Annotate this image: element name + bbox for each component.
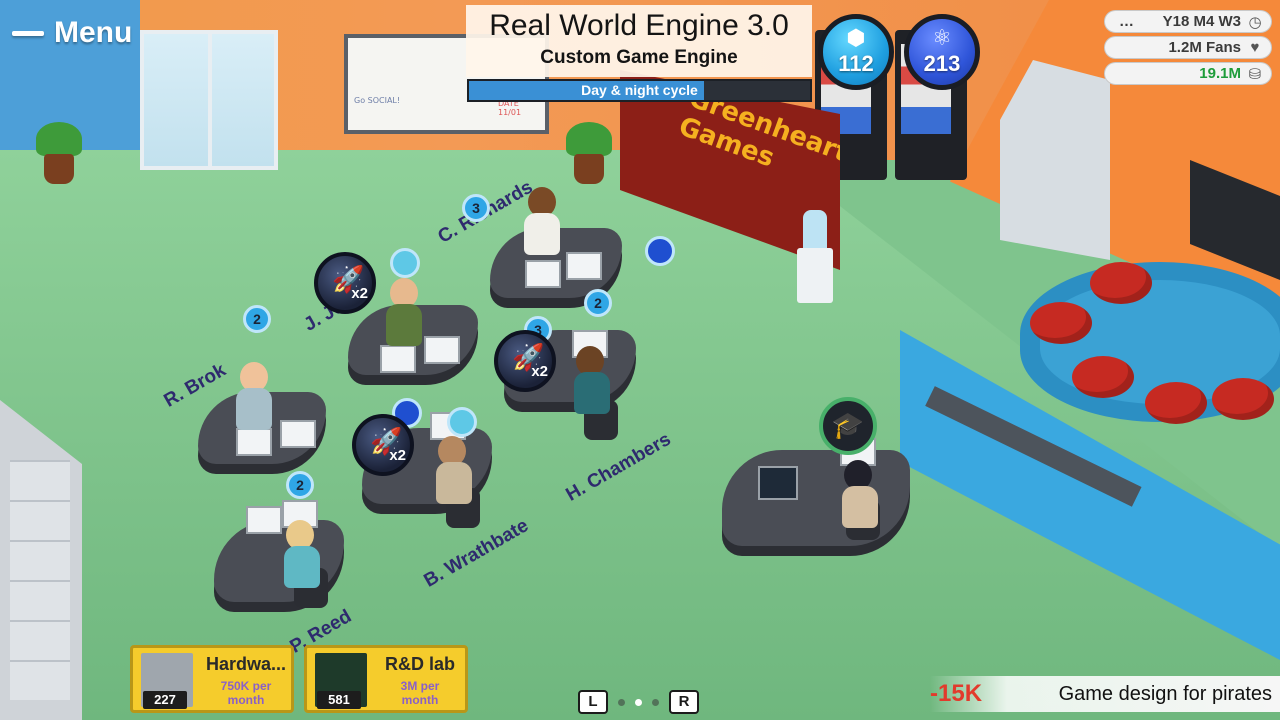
rnd-title: R&D lab <box>384 654 455 674</box>
hardware-count: 227 <box>143 691 187 709</box>
date-value: Y18 M4 W3 <box>1162 13 1241 30</box>
beanbag <box>1090 262 1152 304</box>
computer-monitor <box>566 252 602 280</box>
water-cooler <box>795 210 835 305</box>
potted-plant <box>562 122 616 186</box>
computer-monitor <box>380 345 416 373</box>
computer-monitor <box>758 466 798 500</box>
boost-multiplier: x2 <box>351 285 368 302</box>
boost-button[interactable]: 🚀 x2 <box>494 330 556 392</box>
tech-point-bubble[interactable] <box>645 236 675 266</box>
design-point-bubble[interactable] <box>447 407 477 437</box>
project-panel[interactable]: Real World Engine 3.0 Custom Game Engine <box>466 5 812 77</box>
hamburger-icon <box>12 30 44 36</box>
research-point-bubble[interactable]: 2 <box>243 305 271 333</box>
glass-door <box>140 30 278 170</box>
next-floor-button[interactable]: R <box>669 690 699 714</box>
date-display[interactable]: … Y18 M4 W3 ◷ <box>1104 10 1272 33</box>
computer-monitor <box>246 506 282 534</box>
beanbag <box>1212 378 1274 420</box>
potted-plant <box>32 122 86 186</box>
rnd-lab-card[interactable]: 581 R&D lab 3M per month <box>304 645 468 713</box>
heart-icon: ♥ <box>1250 39 1260 56</box>
page-dot[interactable] <box>652 698 659 706</box>
beanbag <box>1145 382 1207 424</box>
page-dot-active[interactable] <box>635 698 642 706</box>
rnd-cost: 3M per month <box>400 679 440 707</box>
cube-icon: ⬢ <box>846 25 866 50</box>
project-progress-bar: Day & night cycle <box>467 79 812 102</box>
floor-pager: L R <box>578 690 699 714</box>
company-stats: … Y18 M4 W3 ◷ 1.2M Fans ♥ 19.1M ⛁ <box>1104 10 1272 88</box>
computer-monitor <box>525 260 561 288</box>
more-icon: … <box>1119 13 1134 30</box>
kitchen-counter <box>1000 60 1110 260</box>
boost-multiplier: x2 <box>389 447 406 464</box>
fans-value: 1.2M Fans <box>1168 39 1241 56</box>
whiteboard-note: Go SOCIAL! <box>354 96 401 105</box>
clock-icon: ◷ <box>1248 13 1262 31</box>
cash-change: -15K <box>930 680 983 707</box>
hardware-title: Hardwa... <box>205 654 287 674</box>
cash-value: 19.1M <box>1199 65 1241 82</box>
hardware-cost: 750K per month <box>220 679 272 707</box>
design-points-value: 112 <box>838 51 874 76</box>
computer-monitor <box>424 336 460 364</box>
research-point-bubble[interactable]: 2 <box>584 289 612 317</box>
fans-display: 1.2M Fans ♥ <box>1104 36 1272 59</box>
progress-label: Day & night cycle <box>581 82 698 98</box>
hardware-lab-card[interactable]: 227 Hardwa... 750K per month <box>130 645 294 713</box>
tech-points-value: 213 <box>923 51 961 76</box>
project-title: Real World Engine 3.0 <box>489 9 789 42</box>
page-dot[interactable] <box>618 698 625 706</box>
beanbag <box>1072 356 1134 398</box>
menu-button[interactable]: Menu <box>12 16 132 50</box>
tech-points-orb[interactable]: ⚛ 213 <box>904 14 980 90</box>
computer-monitor <box>236 428 272 456</box>
atom-icon: ⚛ <box>932 25 952 50</box>
boost-multiplier: x2 <box>531 363 548 380</box>
graduation-cap-icon[interactable]: 🎓 <box>819 397 877 455</box>
cash-display: 19.1M ⛁ <box>1104 62 1272 85</box>
computer-monitor <box>280 420 316 448</box>
beanbag <box>1030 302 1092 344</box>
design-point-bubble[interactable] <box>390 248 420 278</box>
design-points-orb[interactable]: ⬢ 112 <box>818 14 894 90</box>
project-subtitle: Custom Game Engine <box>540 47 738 68</box>
boost-button[interactable]: 🚀 x2 <box>314 252 376 314</box>
research-point-bubble[interactable]: 3 <box>462 194 490 222</box>
boost-button[interactable]: 🚀 x2 <box>352 414 414 476</box>
rnd-count: 581 <box>317 691 361 709</box>
workstation-desk[interactable] <box>722 450 910 546</box>
menu-label: Menu <box>54 16 133 49</box>
coins-icon: ⛁ <box>1248 65 1262 83</box>
previous-floor-button[interactable]: L <box>578 690 608 714</box>
current-topic: Game design for pirates <box>1058 683 1272 705</box>
research-point-bubble[interactable]: 2 <box>286 471 314 499</box>
